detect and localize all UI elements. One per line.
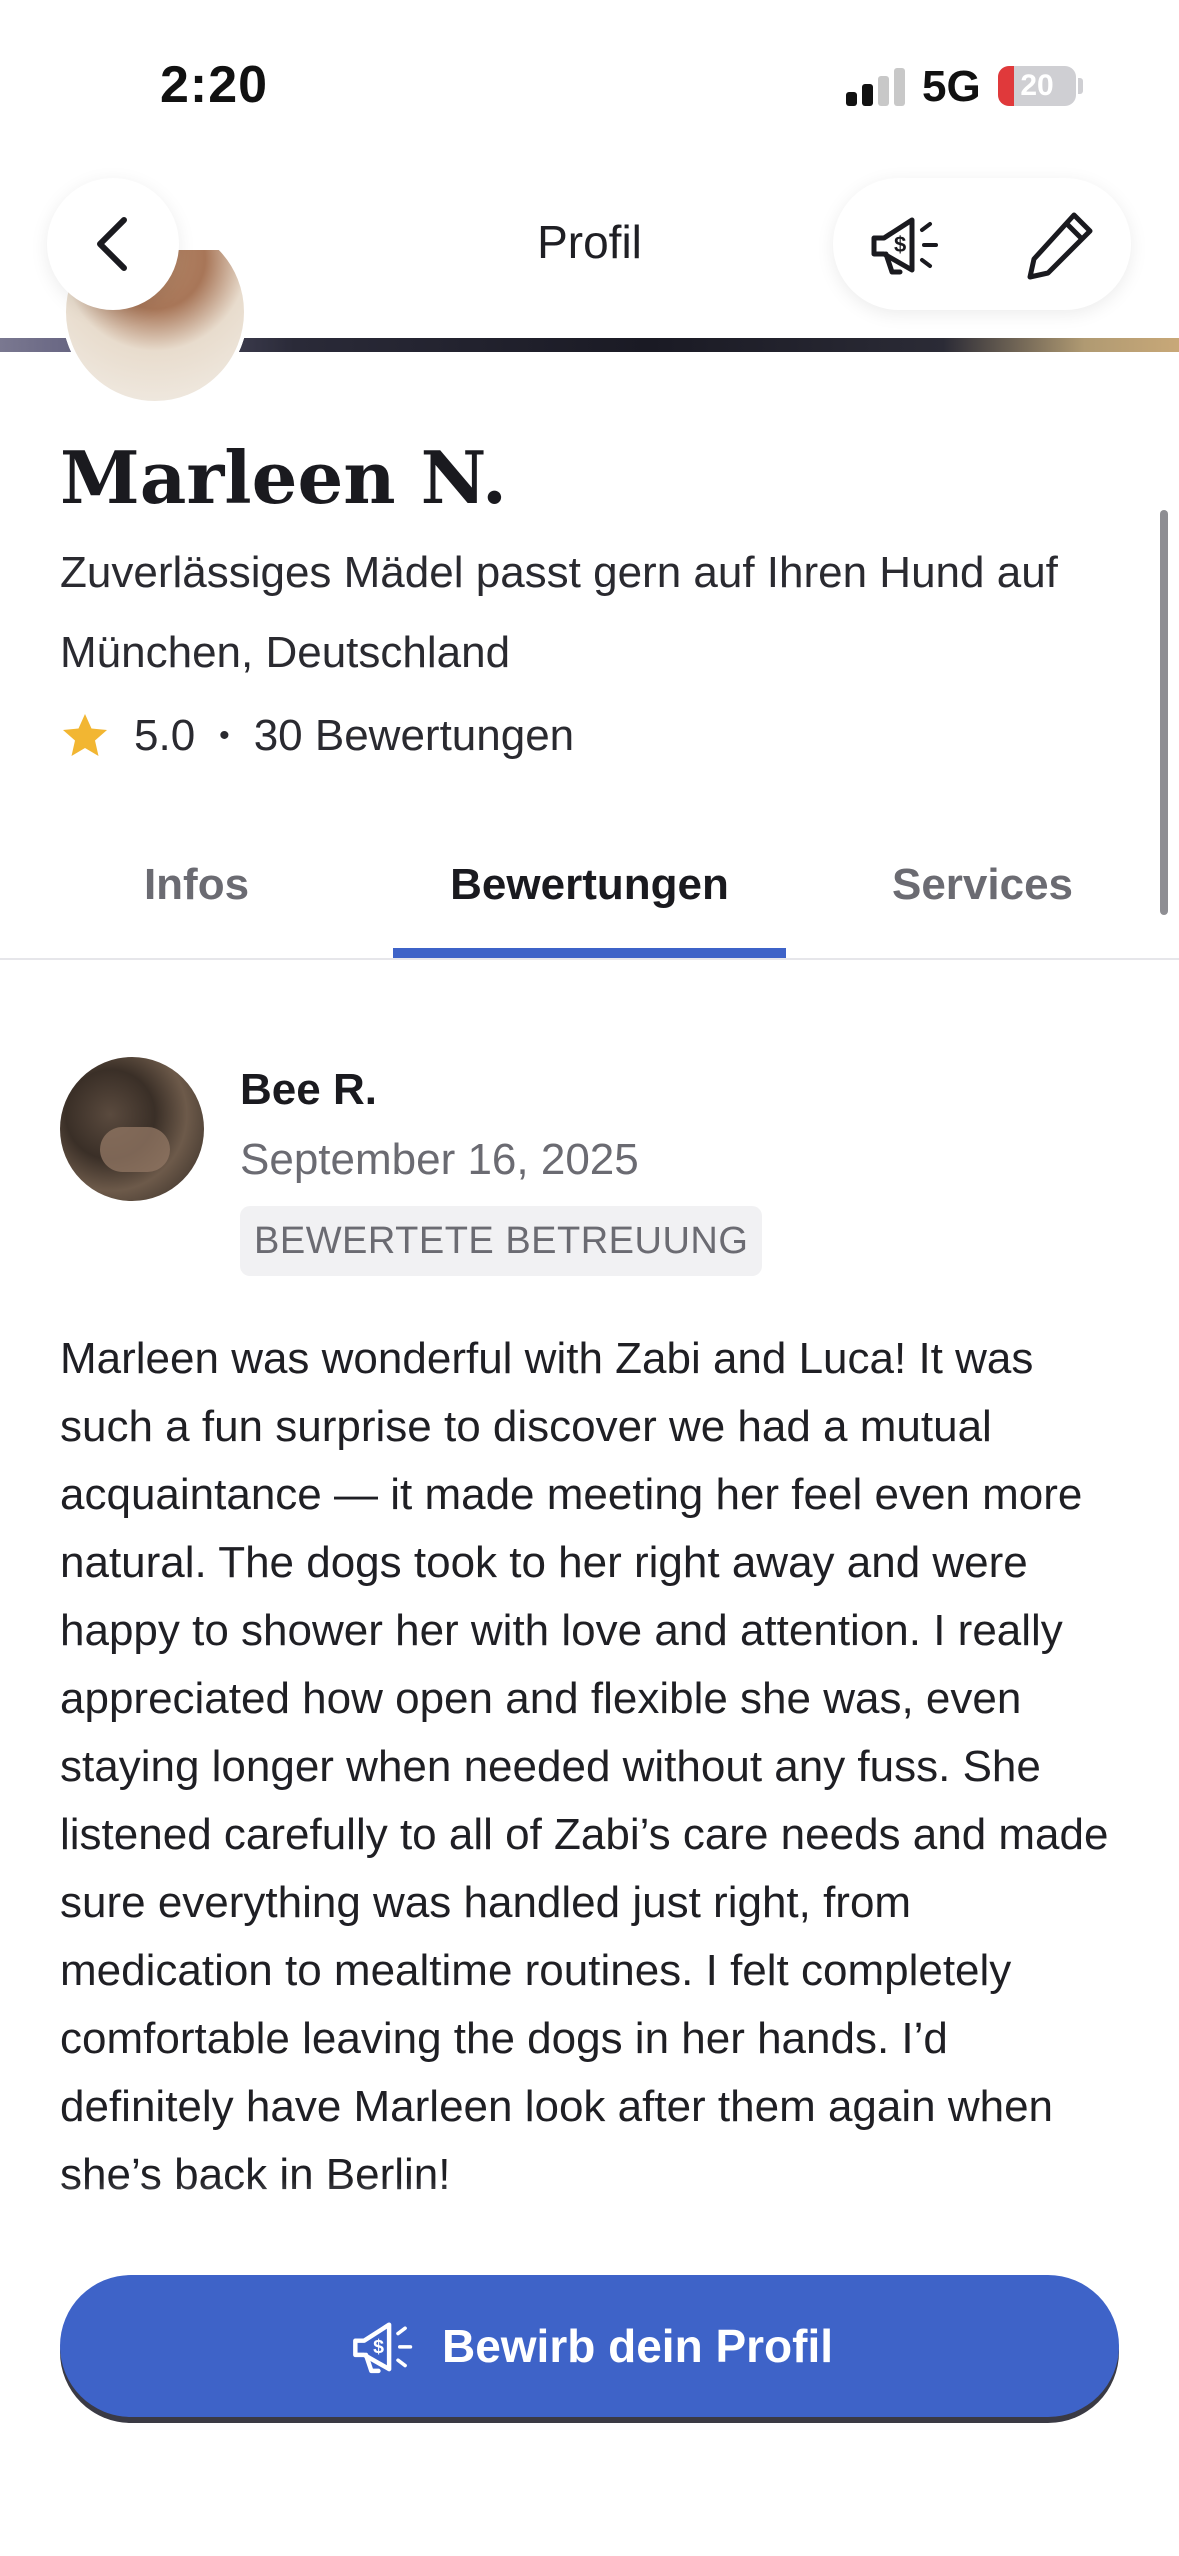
profile-name: Marleen N.	[60, 435, 507, 520]
review-date: September 16, 2025	[240, 1135, 639, 1184]
header-actions: $	[833, 178, 1131, 310]
reviewer-name: Bee R.	[240, 1065, 377, 1114]
battery-percent: 20	[1020, 69, 1054, 102]
reviews-count[interactable]: 30 Bewertungen	[254, 711, 574, 761]
megaphone-dollar-icon: $	[871, 217, 938, 275]
svg-text:$: $	[894, 232, 906, 257]
promote-profile-cta[interactable]: $ Bewirb dein Profil	[60, 2275, 1119, 2417]
network-type: 5G	[922, 62, 981, 111]
profile-tagline: Zuverlässiges Mädel passt gern auf Ihren…	[60, 548, 1058, 597]
tab-services[interactable]: Services	[786, 860, 1179, 910]
tab-infos[interactable]: Infos	[0, 860, 393, 910]
battery-tip	[1078, 78, 1083, 94]
tab-bewertungen[interactable]: Bewertungen	[393, 860, 786, 910]
battery-icon: 20	[998, 66, 1076, 106]
review-badge: BEWERTETE BETREUUNG	[240, 1206, 763, 1276]
promote-profile-button[interactable]: $	[859, 204, 949, 284]
promote-profile-label: Bewirb dein Profil	[441, 2320, 834, 2372]
pencil-icon	[1027, 212, 1093, 280]
rating-separator: •	[219, 719, 230, 752]
profile-tabs: Infos Bewertungen Services	[0, 830, 1179, 960]
active-tab-indicator	[393, 948, 786, 958]
status-bar: 2:20 5G 20	[0, 0, 1179, 160]
reviewer-avatar	[60, 1057, 204, 1201]
profile-location: München, Deutschland	[60, 628, 511, 677]
nav-bar: Profil $	[0, 160, 1179, 340]
megaphone-dollar-icon: $	[353, 2322, 413, 2374]
cellular-signal-icon	[846, 68, 906, 106]
review-text: Marleen was wonderful with Zabi and Luca…	[60, 1334, 1109, 2199]
edit-profile-button[interactable]	[1015, 200, 1105, 290]
rating-value: 5.0	[134, 711, 196, 760]
status-time: 2:20	[160, 56, 269, 114]
rating-row: 5.0 • 30 Bewertungen	[60, 706, 574, 766]
svg-text:$: $	[373, 2336, 384, 2358]
star-icon	[63, 714, 107, 756]
